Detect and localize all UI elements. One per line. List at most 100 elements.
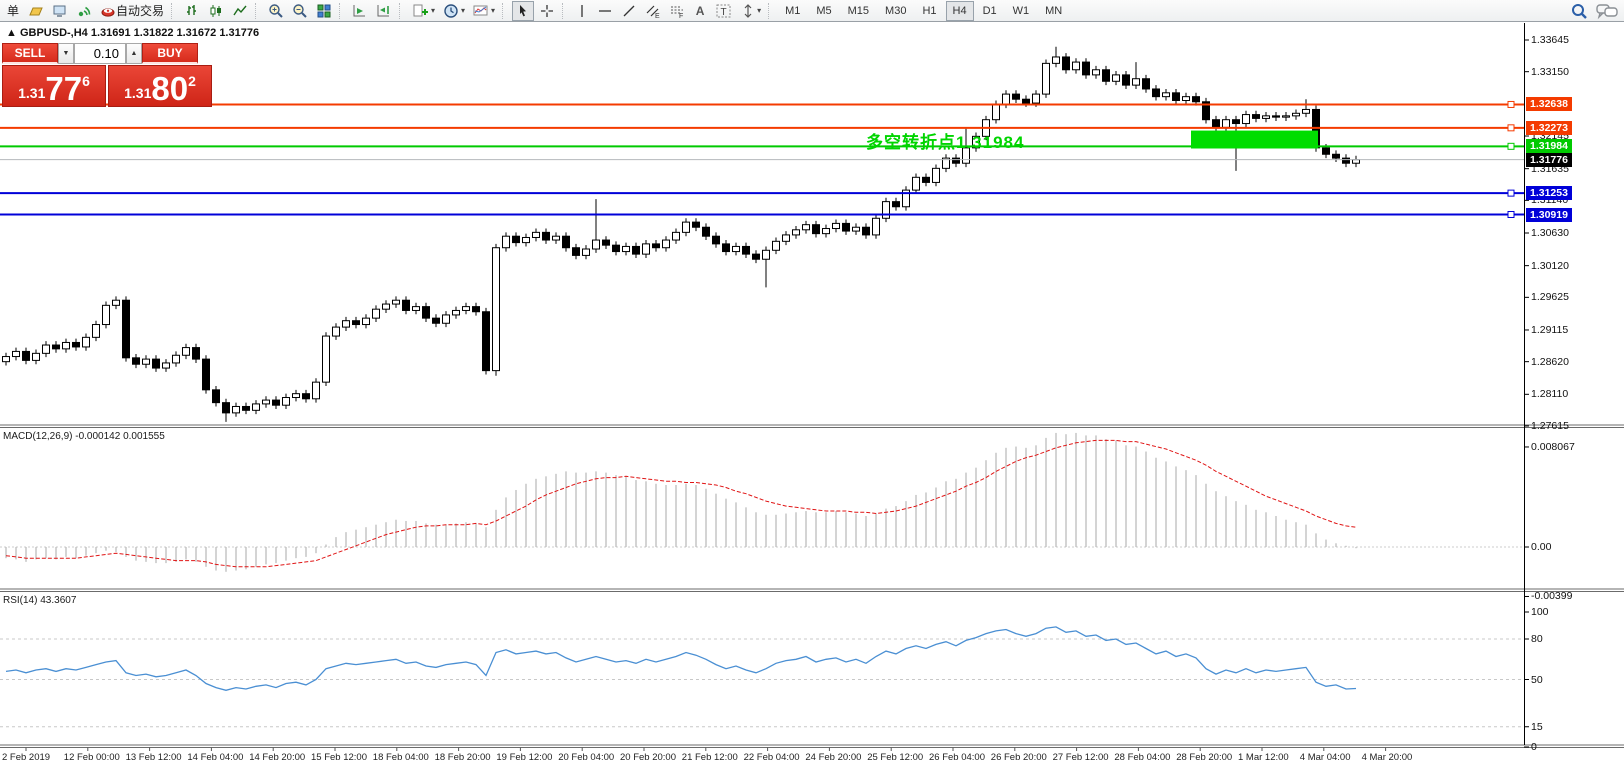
candle-body [952,157,960,164]
tile-windows-button[interactable] [313,1,335,21]
time-tick-label: 19 Feb 12:00 [496,752,553,763]
price-tick-label: 1.30630 [1531,227,1569,239]
price-tick-label: 1.29625 [1531,291,1569,304]
time-tick-label: 18 Feb 20:00 [434,752,491,763]
candle-body [162,362,170,369]
cursor-button[interactable] [512,0,535,21]
candle-body [812,224,820,235]
candle-body [232,405,240,414]
candle-body [152,358,160,369]
candle-body [312,381,320,400]
candle-body [1132,78,1140,86]
arrows-button[interactable]: ▾ [738,1,764,21]
trendline-button[interactable] [618,1,640,21]
text-button[interactable]: A [690,1,710,21]
candle-body [992,103,1000,121]
new-chart-button[interactable]: ▾ [409,1,438,21]
candle-body [932,167,940,183]
candle-body [322,335,330,383]
candle-body [552,235,560,241]
equidistant-channel-button[interactable]: E [642,1,664,21]
candle-body [202,358,210,391]
search-button[interactable] [1567,1,1591,21]
candle-body [1002,93,1010,105]
zoom-in-button[interactable] [265,1,287,21]
candle-body [522,236,530,244]
vertical-line-button[interactable] [572,1,592,21]
buy-price-big: 80 [151,69,189,107]
volume-increase-button[interactable]: ▲ [126,43,142,64]
chart-shift-icon [376,3,392,19]
rsi-line [5,626,1357,691]
price-tick-label: 1.30120 [1531,259,1569,272]
time-tick-label: 18 Feb 04:00 [372,752,429,763]
zoom-out-button[interactable] [289,1,311,21]
candle-body [922,176,930,183]
time-tick-label: 28 Feb 20:00 [1176,752,1233,763]
template-icon [473,3,489,19]
candle-body [352,320,360,326]
candle-body [102,304,110,326]
horizontal-line-button[interactable] [594,1,616,21]
line-chart-button[interactable] [229,1,251,21]
candle-body [832,222,840,230]
periods-button[interactable]: ▾ [440,1,468,21]
timeframe-button-m15[interactable]: M15 [841,1,876,21]
rsi-axis-label: 80 [1531,633,1543,645]
chart-canvas[interactable] [0,23,1624,773]
time-tick-label: 13 Feb 12:00 [125,752,182,763]
timeframe-button-mn[interactable]: MN [1038,1,1069,21]
timeframe-button-d1[interactable]: D1 [976,1,1004,21]
timeframe-button-m30[interactable]: M30 [878,1,913,21]
dropdown-caret: ▾ [491,6,496,15]
cursor-icon [515,3,531,19]
candle-body [22,350,30,361]
chart-shift-button[interactable] [373,1,395,21]
line-handle [1507,100,1515,108]
timeframe-button-w1[interactable]: W1 [1006,1,1037,21]
autotrading-button[interactable]: 自动交易 [97,1,167,21]
level-price-tag: 1.31984 [1526,139,1572,154]
sell-button[interactable]: SELL [2,43,58,64]
candle-body [252,403,260,411]
auto-scroll-button[interactable] [349,1,371,21]
volume-input[interactable] [74,43,126,64]
collapse-arrow-icon[interactable]: ▲ [6,27,17,39]
dropdown-caret: ▾ [461,6,466,15]
text-label-button[interactable]: T [712,1,736,21]
line-handle [1507,124,1515,132]
highlight-rectangle [1191,130,1318,149]
candle-body [1322,147,1330,155]
candle-body [1012,93,1020,100]
time-tick-label: 14 Feb 20:00 [249,752,306,763]
candle-body [1282,115,1290,118]
time-tick-label: 27 Feb 12:00 [1052,752,1109,763]
candle-body [1252,114,1260,119]
buy-button[interactable]: BUY [142,43,198,64]
buy-price-button[interactable]: 1.31 80 2 [108,65,212,107]
sell-price-button[interactable]: 1.31 77 6 [2,65,106,107]
new-order-button[interactable]: 单 [3,1,23,21]
candle-body [442,314,450,324]
candlestick-chart-button[interactable] [205,1,227,21]
timeframe-button-h1[interactable]: H1 [915,1,943,21]
signals-button[interactable] [73,1,95,21]
macd-label: MACD(12,26,9) -0.000142 0.001555 [3,431,165,442]
fibonacci-button[interactable]: F [666,1,688,21]
candle-body [822,228,830,235]
tile-windows-icon [316,3,332,19]
bar-chart-button[interactable] [181,1,203,21]
terminal-button[interactable] [49,1,71,21]
timeframe-button-m5[interactable]: M5 [809,1,838,21]
templates-button[interactable]: ▾ [470,1,498,21]
search-icon [1570,2,1588,20]
timeframe-button-h4[interactable]: H4 [945,0,974,21]
candle-body [92,324,100,338]
timeframe-button-m1[interactable]: M1 [778,1,807,21]
candle-body [1172,92,1180,101]
chat-button[interactable] [1593,1,1621,21]
candle-body [722,243,730,253]
profiles-button[interactable] [25,1,47,21]
volume-decrease-button[interactable]: ▼ [58,43,74,64]
crosshair-button[interactable] [536,1,558,21]
